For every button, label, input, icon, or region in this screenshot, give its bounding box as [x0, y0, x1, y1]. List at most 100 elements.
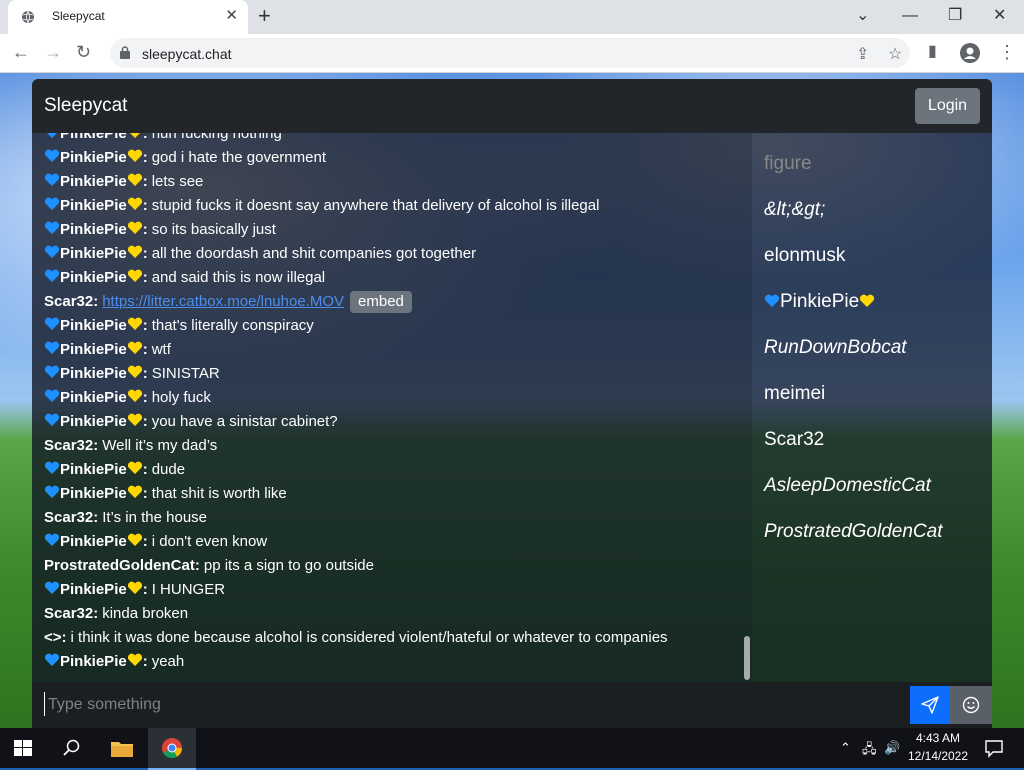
chat-message: PinkiePie: god i hate the government	[44, 147, 326, 169]
send-icon	[921, 696, 939, 714]
message-author-name: PinkiePie	[60, 133, 127, 142]
message-text: all the doordash and shit companies got …	[151, 245, 477, 262]
message-author[interactable]: PinkiePie:	[44, 341, 148, 358]
user-name: RunDownBobcat	[764, 337, 907, 358]
message-author[interactable]: PinkiePie:	[44, 533, 148, 550]
user-list-item[interactable]: &lt;&gt;	[764, 196, 825, 224]
message-author[interactable]: PinkiePie:	[44, 221, 148, 238]
back-icon[interactable]: ←	[12, 42, 30, 62]
file-explorer-icon[interactable]	[111, 739, 133, 757]
message-author[interactable]: PinkiePie:	[44, 197, 148, 214]
address-bar[interactable]: sleepycat.chat ⇪ ☆	[110, 38, 910, 68]
profile-avatar-icon[interactable]	[960, 43, 980, 63]
user-list-item[interactable]: ProstratedGoldenCat	[764, 518, 943, 546]
yellow-heart-icon	[127, 197, 142, 210]
message-list[interactable]: PinkiePie: nun fucking nothing PinkiePie: g…	[32, 133, 752, 682]
bookmark-star-icon[interactable]: ☆	[888, 44, 902, 64]
windows-start-icon[interactable]	[14, 740, 32, 756]
notifications-icon[interactable]	[984, 738, 1004, 758]
user-list-item[interactable]: Scar32	[764, 426, 824, 454]
message-author[interactable]: PinkiePie:	[44, 133, 148, 142]
yellow-heart-icon	[127, 365, 142, 378]
embed-button[interactable]: embed	[350, 291, 412, 313]
lock-icon	[120, 46, 130, 59]
message-author[interactable]: PinkiePie:	[44, 485, 148, 502]
tab-strip: Sleepycat ✕ + ⌄ — ❐ ✕	[0, 0, 1024, 34]
smiley-icon	[962, 696, 980, 714]
restore-icon[interactable]: ❐	[948, 6, 962, 26]
menu-kebab-icon[interactable]: ⋮	[998, 42, 1016, 62]
message-author[interactable]: ProstratedGoldenCat:	[44, 557, 200, 574]
message-text: i think it was done because alcohol is c…	[70, 629, 668, 646]
blue-heart-icon	[44, 221, 60, 234]
message-author[interactable]: <>:	[44, 629, 67, 646]
message-author[interactable]: PinkiePie:	[44, 653, 148, 670]
send-button[interactable]	[910, 686, 950, 724]
tab-title: Sleepycat	[52, 9, 105, 23]
close-tab-icon[interactable]: ✕	[225, 8, 238, 24]
message-separator: :	[93, 293, 99, 310]
message-author[interactable]: PinkiePie:	[44, 389, 148, 406]
chat-message: PinkiePie: so its basically just	[44, 219, 276, 241]
message-separator: :	[142, 581, 148, 598]
message-author-name: PinkiePie	[60, 221, 127, 238]
scrollbar-thumb[interactable]	[744, 636, 750, 680]
message-author[interactable]: PinkiePie:	[44, 365, 148, 382]
user-list-item[interactable]: meimei	[764, 380, 825, 408]
message-author-name: Scar32	[44, 437, 94, 454]
message-input[interactable]	[46, 690, 910, 720]
message-separator: :	[142, 197, 148, 214]
network-icon[interactable]: 🖧	[862, 740, 877, 762]
reload-icon[interactable]: ↻	[76, 42, 91, 62]
message-author[interactable]: PinkiePie:	[44, 461, 148, 478]
message-author[interactable]: PinkiePie:	[44, 581, 148, 598]
show-hidden-icons-chevron-icon[interactable]: ⌃	[840, 740, 851, 756]
user-list-item[interactable]: AsleepDomesticCat	[764, 472, 931, 500]
message-author[interactable]: PinkiePie:	[44, 269, 148, 286]
message-author[interactable]: PinkiePie:	[44, 245, 148, 262]
volume-icon[interactable]: 🔊	[884, 740, 900, 756]
chat-message: ProstratedGoldenCat: pp its a sign to go …	[44, 555, 374, 577]
chat-message: Scar32: Well it’s my dad’s	[44, 435, 217, 457]
blue-heart-icon	[44, 269, 60, 282]
side-panel-icon[interactable]: ▮	[928, 42, 937, 62]
share-icon[interactable]: ⇪	[856, 44, 869, 64]
search-icon[interactable]	[63, 739, 81, 757]
user-list-item[interactable]: elonmusk	[764, 242, 845, 270]
message-author[interactable]: Scar32:	[44, 437, 98, 454]
message-author[interactable]: Scar32:	[44, 293, 98, 310]
message-link[interactable]: https://litter.catbox.moe/lnuhoe.MOV	[102, 293, 344, 310]
message-separator: :	[142, 365, 148, 382]
close-window-icon[interactable]: ✕	[993, 6, 1006, 26]
emoji-button[interactable]	[950, 686, 992, 724]
login-button[interactable]: Login	[915, 88, 980, 124]
forward-icon[interactable]: →	[44, 42, 62, 62]
message-author[interactable]: PinkiePie:	[44, 413, 148, 430]
user-list-item[interactable]: PinkiePie	[764, 288, 875, 316]
message-author[interactable]: PinkiePie:	[44, 149, 148, 166]
tab-search-icon[interactable]: ⌄	[856, 6, 869, 26]
user-list-item[interactable]: figure	[764, 150, 812, 178]
text-caret	[44, 692, 45, 716]
message-author-name: PinkiePie	[60, 365, 127, 382]
chat-message: PinkiePie: I HUNGER	[44, 579, 225, 601]
chrome-taskbar-button[interactable]	[148, 728, 196, 770]
message-author[interactable]: Scar32:	[44, 509, 98, 526]
user-list-item[interactable]: RunDownBobcat	[764, 334, 907, 362]
message-text: stupid fucks it doesnt say anywhere that…	[151, 197, 600, 214]
yellow-heart-icon	[127, 149, 142, 162]
chat-message: PinkiePie: i don't even know	[44, 531, 267, 553]
minimize-icon[interactable]: —	[902, 6, 918, 26]
browser-tab[interactable]: Sleepycat ✕	[8, 0, 248, 34]
clock-date[interactable]: 12/14/2022	[906, 749, 970, 763]
clock-time[interactable]: 4:43 AM	[906, 731, 970, 745]
yellow-heart-icon	[127, 269, 142, 282]
user-name: &lt;&gt;	[764, 199, 826, 220]
message-author[interactable]: PinkiePie:	[44, 173, 148, 190]
message-author[interactable]: PinkiePie:	[44, 317, 148, 334]
composer	[32, 682, 992, 728]
blue-heart-icon	[44, 653, 60, 666]
blue-heart-icon	[44, 389, 60, 402]
message-author[interactable]: Scar32:	[44, 605, 98, 622]
new-tab-button[interactable]: +	[258, 4, 271, 28]
